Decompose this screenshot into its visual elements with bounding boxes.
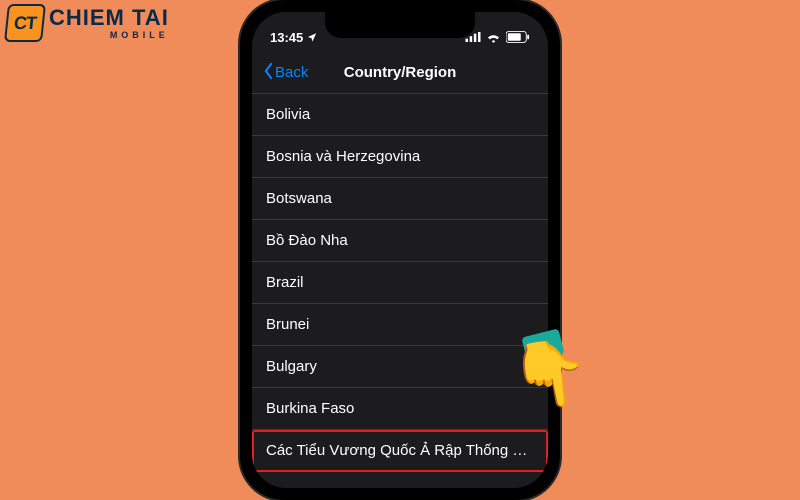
logo-sub-text: MOBILE: [49, 31, 169, 40]
country-row[interactable]: Các Tiểu Vương Quốc Ả Rập Thống Nhất: [252, 430, 548, 472]
country-row[interactable]: Brazil: [252, 262, 548, 304]
phone-notch: [325, 12, 475, 38]
country-row[interactable]: Burkina Faso: [252, 388, 548, 430]
status-time: 13:45: [270, 30, 303, 45]
country-row[interactable]: Bosnia và Herzegovina: [252, 136, 548, 178]
wifi-icon: [486, 32, 501, 43]
country-row[interactable]: Brunei: [252, 304, 548, 346]
country-row[interactable]: Botswana: [252, 178, 548, 220]
phone-screen: 13:45 Ba: [252, 12, 548, 488]
phone-frame: 13:45 Ba: [240, 0, 560, 500]
battery-icon: [506, 31, 530, 43]
country-row[interactable]: Bolivia: [252, 94, 548, 136]
country-row[interactable]: Cameroon: [252, 472, 548, 488]
location-icon: [307, 30, 317, 45]
nav-bar: Back Country/Region: [252, 52, 548, 94]
country-list[interactable]: BoliviaBosnia và HerzegovinaBotswanaBồ Đ…: [252, 94, 548, 488]
logo-brand-text: CHIEM TAI: [49, 7, 169, 29]
pointing-hand-icon: 👇: [506, 337, 594, 411]
back-button[interactable]: Back: [264, 63, 308, 83]
brand-logo: CT CHIEM TAI MOBILE: [6, 4, 169, 42]
country-row[interactable]: Bồ Đào Nha: [252, 220, 548, 262]
logo-badge: CT: [4, 4, 46, 42]
country-row[interactable]: Bulgary: [252, 346, 548, 388]
back-label: Back: [275, 64, 308, 81]
chevron-left-icon: [264, 63, 273, 83]
page-title: Country/Region: [344, 64, 457, 81]
